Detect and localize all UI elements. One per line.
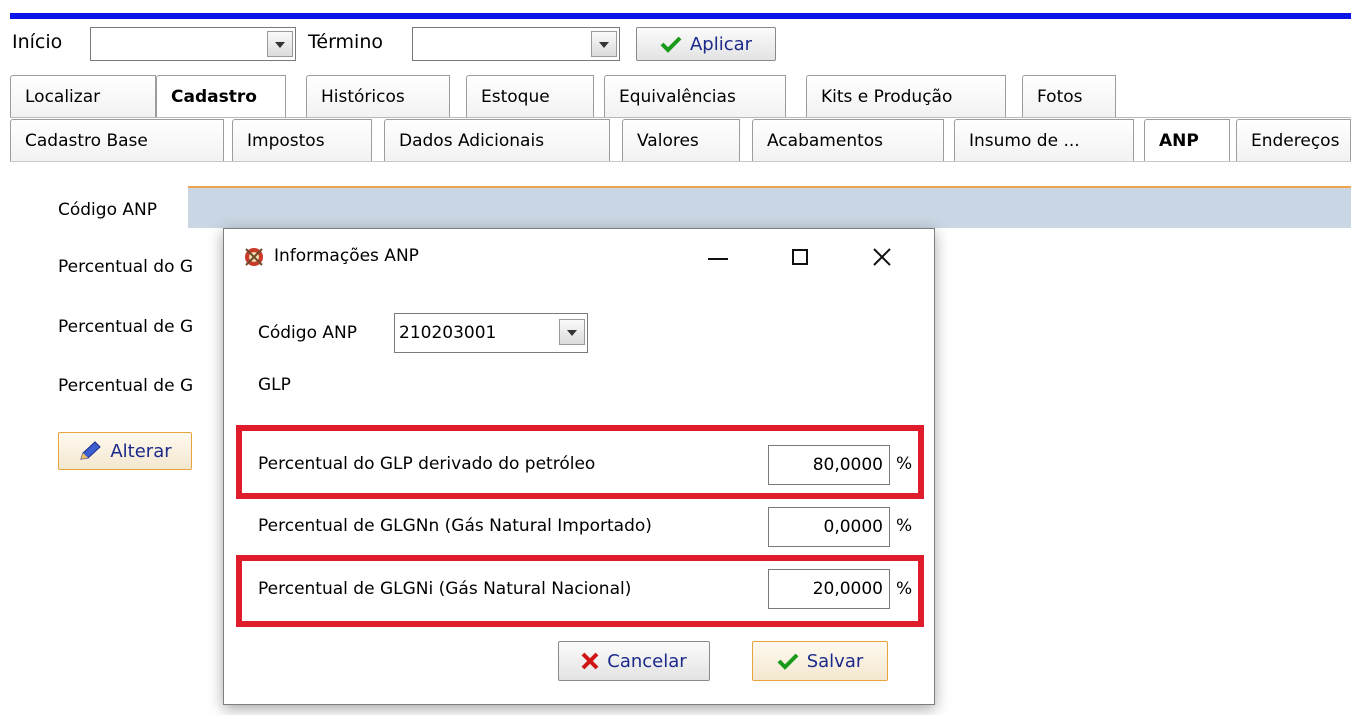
tab-cadastro-base[interactable]: Cadastro Base	[10, 119, 224, 161]
tab-label: Estoque	[481, 86, 550, 107]
tab-label: ANP	[1159, 130, 1199, 151]
codigo-anp-value: 210203001	[399, 323, 497, 343]
dialog-codigo-label: Código ANP	[258, 323, 357, 343]
tab-historicos[interactable]: Históricos	[306, 75, 450, 117]
dialog-title: Informações ANP	[274, 246, 419, 266]
cancelar-button[interactable]: Cancelar	[558, 641, 710, 681]
salvar-button-label: Salvar	[806, 650, 864, 672]
tab-label: Acabamentos	[767, 130, 884, 151]
maximize-icon[interactable]	[792, 249, 808, 265]
termino-label: Término	[308, 31, 383, 53]
cancelar-button-label: Cancelar	[607, 650, 687, 672]
tab-label: Cadastro	[171, 86, 257, 107]
tab-dados-adicionais[interactable]: Dados Adicionais	[384, 119, 610, 161]
tab-label: Kits e Produção	[821, 86, 953, 107]
codigo-anp-label: Código ANP	[58, 200, 157, 220]
percent-unit: %	[896, 579, 913, 599]
tab-label: Localizar	[25, 86, 101, 107]
app-logo-icon	[245, 248, 263, 266]
codigo-anp-field[interactable]	[188, 186, 1351, 228]
tab-label: Valores	[637, 130, 699, 151]
tab-valores[interactable]: Valores	[622, 119, 740, 161]
tab-label: Históricos	[321, 86, 405, 107]
check-icon	[660, 36, 682, 53]
tab-kits-e-producao[interactable]: Kits e Produção	[806, 75, 1006, 117]
inicio-date-combo[interactable]	[90, 27, 296, 61]
perc-glgnn-input[interactable]: 0,0000	[768, 507, 890, 547]
codigo-anp-select[interactable]: 210203001	[394, 313, 588, 353]
pencil-icon	[80, 441, 102, 460]
tab-cadastro[interactable]: Cadastro	[156, 75, 286, 117]
informacoes-anp-dialog: Informações ANP Código ANP 210203001 GLP…	[223, 228, 935, 705]
dialog-title-bar: Informações ANP	[224, 229, 934, 285]
close-icon[interactable]	[872, 247, 892, 267]
tab-impostos[interactable]: Impostos	[232, 119, 372, 161]
aplicar-button-label: Aplicar	[689, 33, 753, 55]
alterar-button[interactable]: Alterar	[58, 432, 192, 470]
tab-label: Endereços	[1251, 130, 1340, 151]
tab-fotos[interactable]: Fotos	[1022, 75, 1116, 117]
chevron-down-icon[interactable]	[591, 31, 617, 57]
product-name: GLP	[258, 375, 291, 395]
tab-anp[interactable]: ANP	[1144, 119, 1230, 161]
cancel-x-icon	[581, 652, 599, 670]
tab-label: Equivalências	[619, 86, 736, 107]
tab-label: Impostos	[247, 130, 325, 151]
tab-acabamentos[interactable]: Acabamentos	[752, 119, 944, 161]
top-bar	[0, 0, 1351, 19]
tab-label: Dados Adicionais	[399, 130, 545, 151]
alterar-button-label: Alterar	[110, 440, 172, 462]
sub-tab-bar: Cadastro Base Impostos Dados Adicionais …	[10, 117, 1351, 161]
minimize-icon[interactable]	[708, 258, 728, 260]
perc-glgni-input[interactable]: 20,0000	[768, 569, 890, 609]
percent-unit: %	[896, 454, 913, 474]
tab-enderecos[interactable]: Endereços	[1236, 119, 1351, 161]
salvar-button[interactable]: Salvar	[752, 641, 888, 681]
tab-insumo[interactable]: Insumo de ...	[954, 119, 1134, 161]
perc-glgnn-label: Percentual de GLGNn (Gás Natural Importa…	[258, 516, 652, 536]
perc-glp-label: Percentual do G	[58, 257, 194, 277]
tab-localizar[interactable]: Localizar	[10, 75, 156, 117]
tab-label: Insumo de ...	[969, 130, 1080, 151]
termino-date-combo[interactable]	[412, 27, 620, 61]
perc-glgni-label: Percentual de G	[58, 376, 194, 396]
tab-equivalencias[interactable]: Equivalências	[604, 75, 786, 117]
tab-label: Cadastro Base	[25, 130, 148, 151]
aplicar-button[interactable]: Aplicar	[636, 27, 776, 61]
main-tab-bar: Localizar Cadastro Históricos Estoque Eq…	[10, 71, 1351, 118]
tab-estoque[interactable]: Estoque	[466, 75, 594, 117]
perc-glgni-label: Percentual de GLGNi (Gás Natural Naciona…	[258, 579, 632, 599]
inicio-label: Início	[12, 31, 63, 53]
perc-glp-input[interactable]: 80,0000	[768, 445, 890, 485]
tab-label: Fotos	[1037, 86, 1083, 107]
perc-glp-label: Percentual do GLP derivado do petróleo	[258, 454, 596, 474]
perc-glgnn-label: Percentual de G	[58, 317, 194, 337]
date-filter-toolbar: Início Término Aplicar	[10, 19, 1351, 71]
chevron-down-icon[interactable]	[267, 31, 293, 57]
check-icon	[777, 653, 799, 670]
percent-unit: %	[896, 516, 913, 536]
chevron-down-icon[interactable]	[559, 319, 585, 345]
